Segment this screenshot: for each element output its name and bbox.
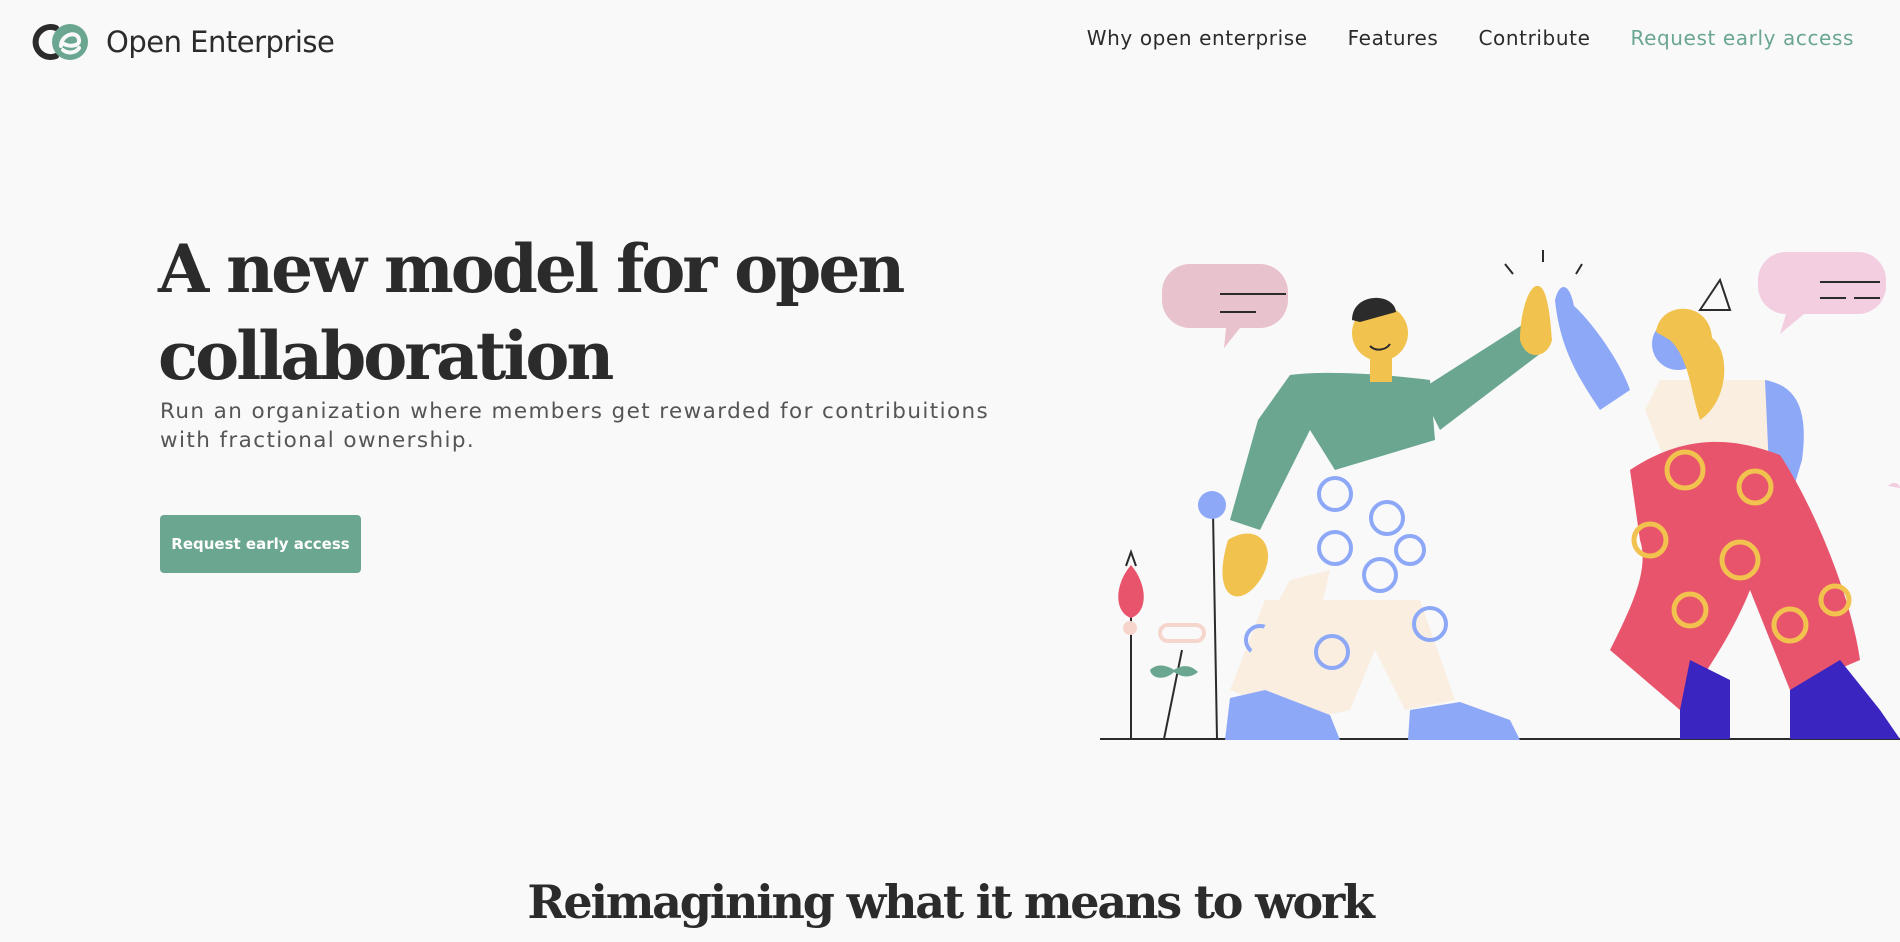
nav-contribute[interactable]: Contribute: [1478, 26, 1590, 50]
high-five-illustration: [1100, 250, 1900, 740]
clap-marks: [1504, 250, 1583, 275]
site-header: Open Enterprise Why open enterprise Feat…: [0, 0, 1900, 86]
plants-decoration: [1118, 491, 1226, 740]
brand-logo-link[interactable]: Open Enterprise: [28, 20, 335, 64]
speech-bubble-left: [1162, 264, 1288, 348]
nav-why-open-enterprise[interactable]: Why open enterprise: [1087, 26, 1308, 50]
nav-request-early-access[interactable]: Request early access: [1630, 26, 1854, 50]
nav-features[interactable]: Features: [1348, 26, 1439, 50]
request-early-access-button[interactable]: Request early access: [160, 515, 361, 573]
hero-title: A new model for open collaboration: [158, 230, 905, 395]
speech-bubble-right: [1758, 252, 1886, 334]
brand-name: Open Enterprise: [106, 25, 335, 59]
hero-subtitle: Run an organization where members get re…: [160, 399, 990, 453]
main-nav: Why open enterprise Features Contribute …: [1087, 26, 1854, 50]
woman-figure: [1555, 277, 1900, 739]
section-title: Reimagining what it means to work: [527, 875, 1375, 929]
man-figure: [1222, 285, 1552, 740]
oe-logo-icon: [32, 24, 88, 60]
